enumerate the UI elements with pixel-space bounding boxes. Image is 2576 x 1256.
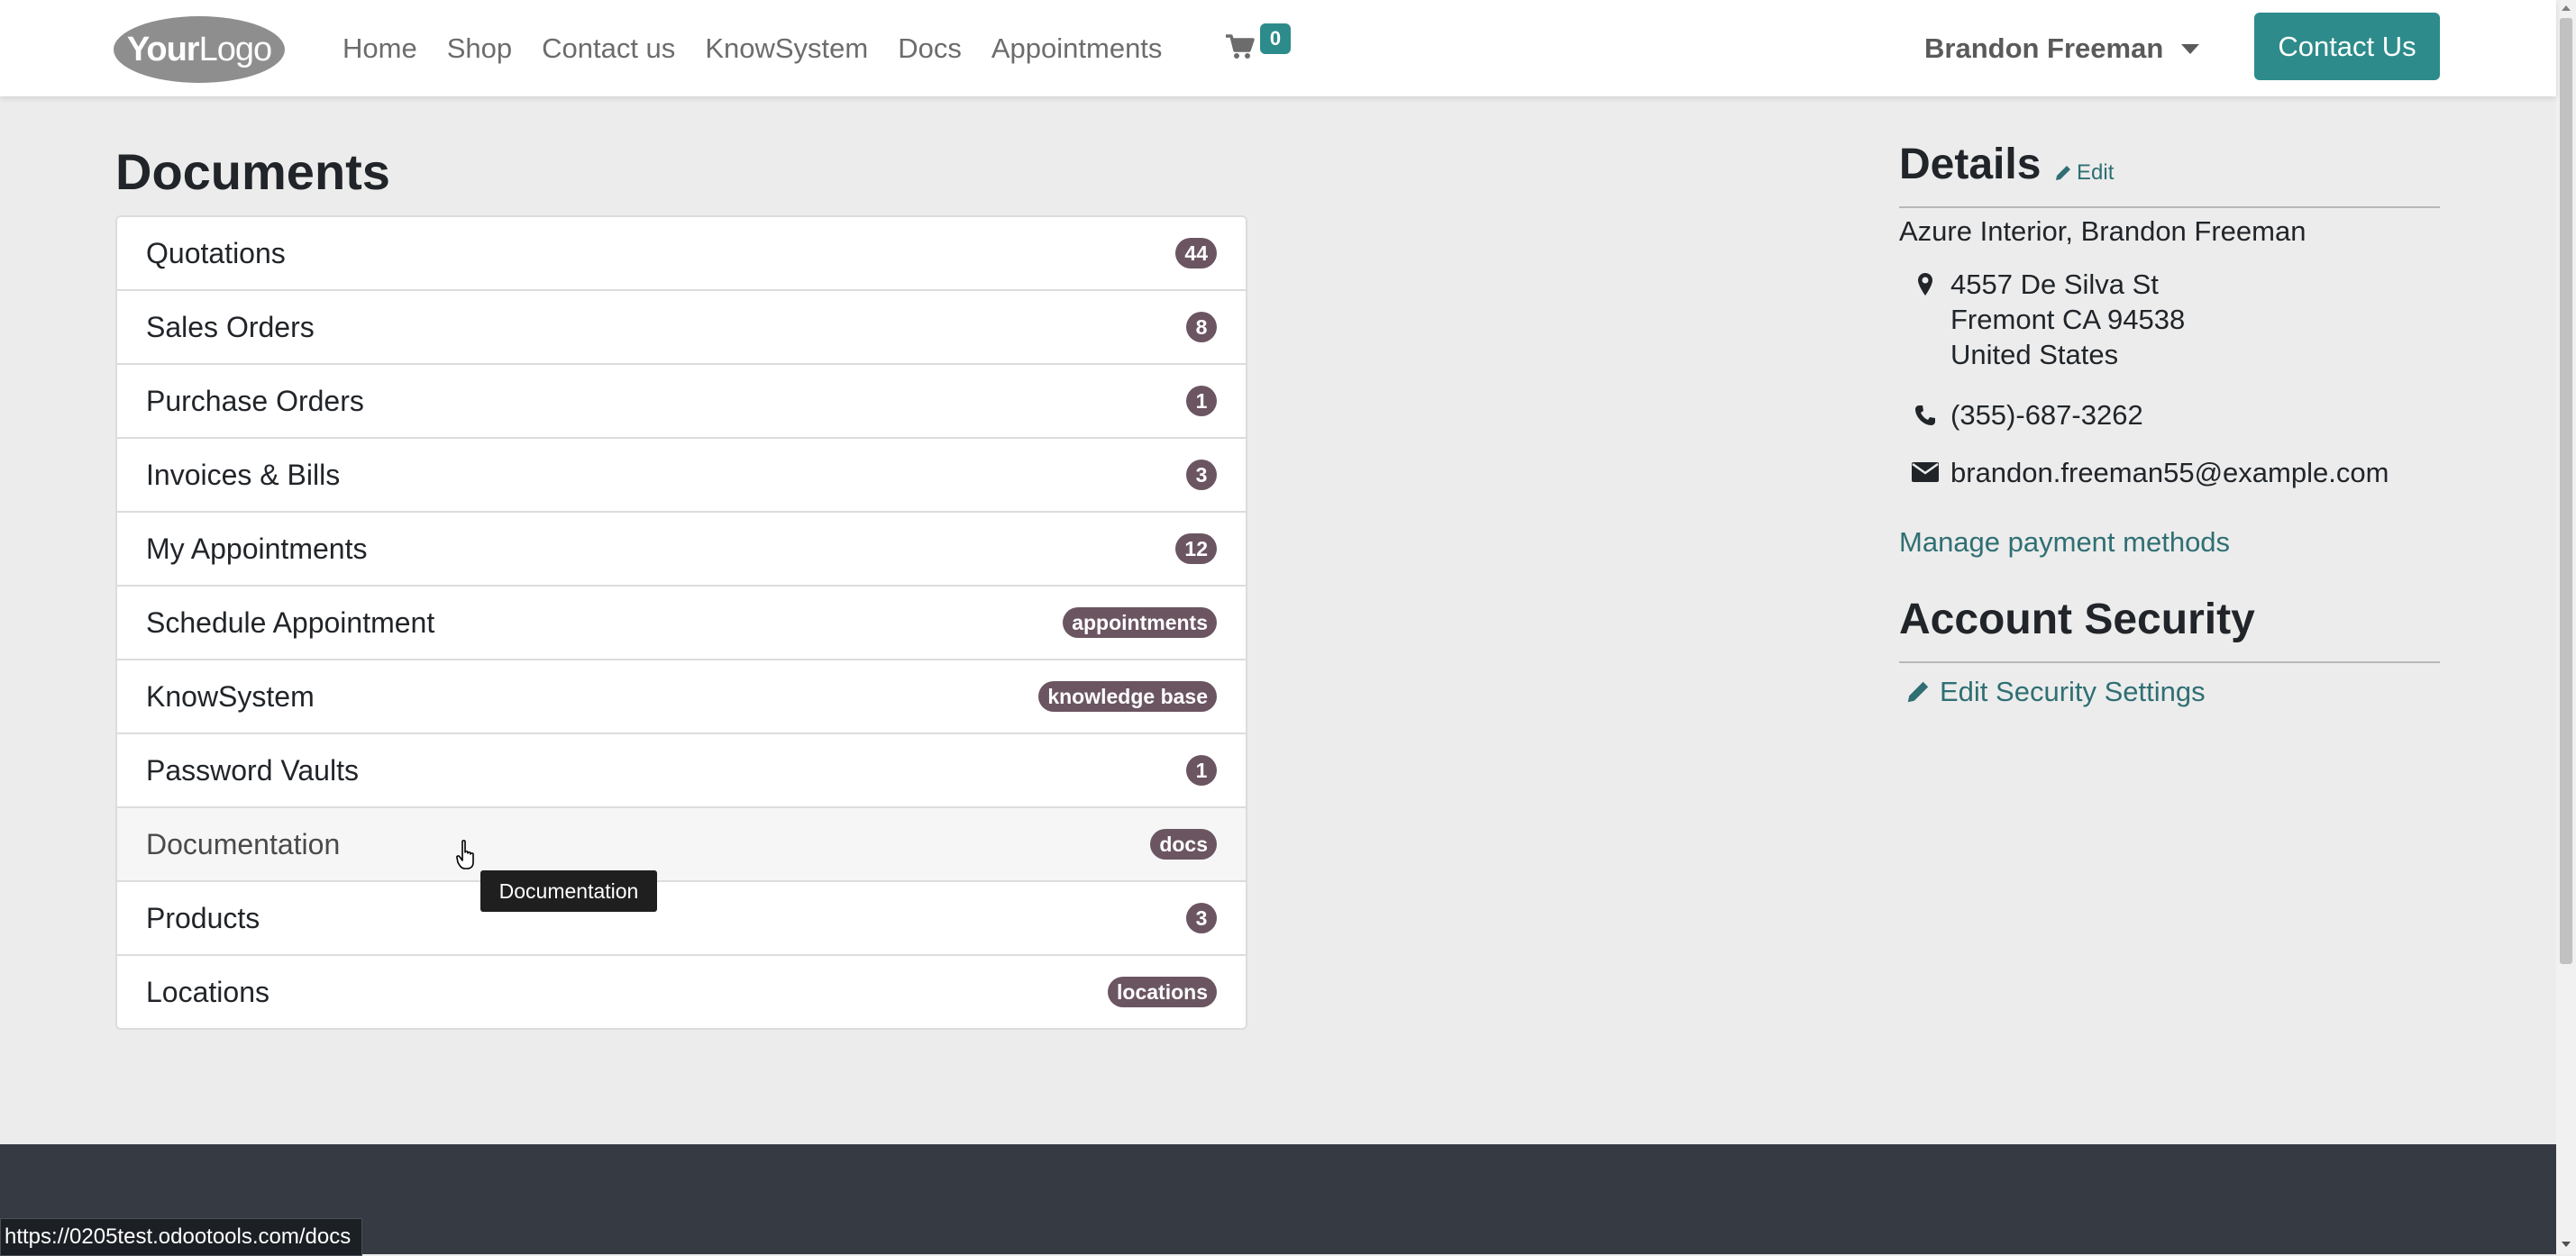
nav-appointments[interactable]: Appointments	[991, 32, 1163, 65]
doc-item-label: Locations	[146, 975, 269, 1008]
status-bar-url: https://0205test.odootools.com/docs	[0, 1218, 363, 1256]
doc-item-label: Sales Orders	[146, 310, 315, 343]
edit-security-label: Edit Security Settings	[1940, 676, 2206, 707]
scrollbar-thumb[interactable]	[2560, 18, 2572, 964]
nav-shop[interactable]: Shop	[447, 32, 512, 65]
phone-icon	[1899, 399, 1950, 432]
tooltip: Documentation	[480, 870, 657, 912]
vertical-scrollbar[interactable]	[2556, 0, 2576, 1254]
doc-item-schedule-appointment[interactable]: Schedule Appointment appointments	[117, 587, 1246, 660]
tag-badge: knowledge base	[1038, 681, 1217, 712]
tag-badge: docs	[1150, 829, 1217, 860]
nav-contact-us[interactable]: Contact us	[542, 32, 675, 65]
documents-list: Quotations 44 Sales Orders 8 Purchase Or…	[115, 215, 1247, 1030]
pencil-icon	[1907, 681, 1929, 703]
account-security-header: Account Security	[1899, 593, 2440, 663]
count-badge: 1	[1186, 755, 1217, 786]
count-badge: 44	[1175, 238, 1217, 268]
doc-item-label: KnowSystem	[146, 679, 315, 713]
page-title: Documents	[115, 143, 390, 200]
account-security-title: Account Security	[1899, 596, 2255, 643]
manage-payment-methods-link[interactable]: Manage payment methods	[1899, 526, 2230, 559]
doc-item-label: My Appointments	[146, 532, 368, 565]
doc-item-my-appointments[interactable]: My Appointments 12	[117, 513, 1246, 587]
doc-item-quotations[interactable]: Quotations 44	[117, 217, 1246, 291]
phone-row: (355)-687-3262	[1899, 399, 2143, 432]
edit-label: Edit	[2077, 160, 2115, 185]
doc-item-purchase-orders[interactable]: Purchase Orders 1	[117, 365, 1246, 439]
doc-item-password-vaults[interactable]: Password Vaults 1	[117, 734, 1246, 808]
top-navbar: Your Logo Home Shop Contact us KnowSystem…	[0, 0, 2556, 96]
company-logo[interactable]: Your Logo	[114, 16, 285, 83]
address-line-1: 4557 De Silva St	[1950, 268, 2159, 300]
doc-item-products[interactable]: Products 3	[117, 882, 1246, 956]
doc-item-knowsystem[interactable]: KnowSystem knowledge base	[117, 660, 1246, 734]
footer	[0, 1144, 2556, 1254]
email-row: brandon.freeman55@example.com	[1899, 457, 2389, 489]
hand-pointer-cursor-icon	[456, 840, 474, 869]
doc-item-label: Password Vaults	[146, 753, 359, 787]
details-title: Details	[1899, 141, 2042, 188]
pencil-icon	[2056, 166, 2070, 180]
nav-knowsystem[interactable]: KnowSystem	[705, 32, 868, 65]
doc-item-label: Schedule Appointment	[146, 605, 435, 639]
edit-details-link[interactable]: Edit	[2054, 160, 2114, 186]
doc-item-label: Products	[146, 901, 260, 934]
doc-item-label: Invoices & Bills	[146, 458, 341, 491]
count-badge: 3	[1186, 903, 1217, 933]
address-block: 4557 De Silva St Fremont CA 94538 United…	[1899, 267, 2185, 372]
map-marker-icon	[1899, 267, 1950, 372]
edit-security-settings-link[interactable]: Edit Security Settings	[1905, 676, 2206, 708]
doc-item-label: Quotations	[146, 236, 286, 269]
shopping-cart-icon	[1226, 34, 1255, 59]
doc-item-invoices-bills[interactable]: Invoices & Bills 3	[117, 439, 1246, 513]
count-badge: 1	[1186, 386, 1217, 416]
cart-count-badge: 0	[1260, 23, 1291, 54]
details-header: Details Edit	[1899, 140, 2440, 208]
envelope-icon	[1899, 457, 1950, 489]
contact-us-button[interactable]: Contact Us	[2254, 13, 2440, 80]
user-name: Brandon Freeman	[1924, 32, 2164, 64]
cart-button[interactable]: 0	[1226, 22, 1298, 67]
nav-docs[interactable]: Docs	[898, 32, 962, 65]
doc-item-label: Documentation	[146, 827, 341, 860]
scroll-up-arrow-icon[interactable]	[2562, 5, 2571, 11]
email-address: brandon.freeman55@example.com	[1950, 457, 2389, 488]
scroll-down-arrow-icon[interactable]	[2562, 1242, 2571, 1247]
tag-badge: appointments	[1063, 607, 1217, 638]
doc-item-label: Purchase Orders	[146, 384, 364, 417]
company-name: Azure Interior, Brandon Freeman	[1899, 215, 2307, 247]
doc-item-locations[interactable]: Locations locations	[117, 956, 1246, 1028]
doc-item-sales-orders[interactable]: Sales Orders 8	[117, 291, 1246, 365]
phone-number: (355)-687-3262	[1950, 399, 2143, 431]
tag-badge: locations	[1108, 977, 1217, 1007]
address-line-3: United States	[1950, 339, 2119, 370]
main-nav: Home Shop Contact us KnowSystem Docs App…	[343, 0, 1192, 96]
user-menu-dropdown[interactable]: Brandon Freeman	[1924, 27, 2200, 70]
count-badge: 3	[1186, 460, 1217, 490]
address-line-2: Fremont CA 94538	[1950, 304, 2186, 335]
nav-home[interactable]: Home	[343, 32, 417, 65]
caret-down-icon	[2181, 43, 2200, 54]
doc-item-documentation[interactable]: Documentation docs	[117, 808, 1246, 882]
count-badge: 12	[1175, 533, 1217, 564]
count-badge: 8	[1186, 312, 1217, 342]
